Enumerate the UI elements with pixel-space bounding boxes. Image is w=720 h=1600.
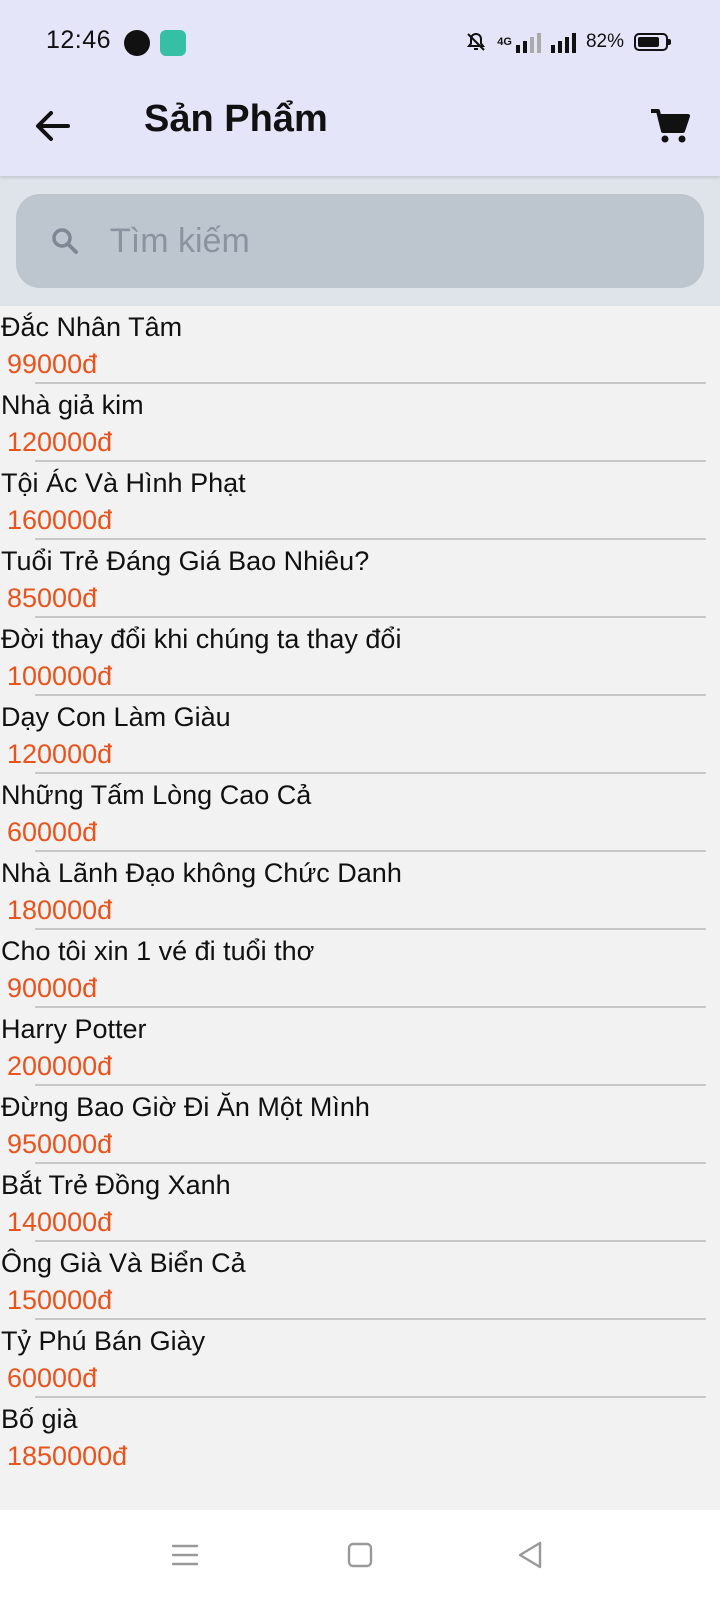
product-name: Bắt Trẻ Đồng Xanh (1, 1170, 231, 1200)
search-bar[interactable] (16, 194, 704, 288)
product-price: 60000đ (7, 1363, 98, 1393)
product-price: 160000đ (7, 505, 113, 535)
product-name: Harry Potter (1, 1014, 147, 1044)
product-row[interactable]: Những Tấm Lòng Cao Cả 60000đ (0, 774, 720, 852)
product-price: 85000đ (7, 583, 98, 613)
product-price: 950000đ (7, 1129, 113, 1159)
search-input[interactable] (110, 210, 670, 272)
product-row[interactable]: Tội Ác Và Hình Phạt 160000đ (0, 462, 720, 540)
app-notification-icon (124, 30, 150, 56)
top-bar: 12:46 4G 82% Sản Phẩm (0, 0, 720, 176)
cart-icon (651, 109, 690, 143)
nav-back-button[interactable] (505, 1532, 555, 1578)
search-icon (52, 228, 78, 254)
product-name: Ông Già Và Biển Cả (1, 1248, 246, 1278)
back-button[interactable] (22, 96, 82, 156)
product-price: 60000đ (7, 817, 98, 847)
back-triangle-icon (518, 1541, 542, 1569)
product-row[interactable]: Bắt Trẻ Đồng Xanh 140000đ (0, 1164, 720, 1242)
product-row[interactable]: Nhà giả kim 120000đ (0, 384, 720, 462)
product-row[interactable]: Đắc Nhân Tâm 99000đ (0, 306, 720, 384)
product-name: Nhà giả kim (1, 390, 144, 420)
product-name: Đừng Bao Giờ Đi Ăn Một Mình (1, 1092, 370, 1122)
product-list: Đắc Nhân Tâm 99000đ Nhà giả kim 120000đ Tội … (0, 306, 720, 1476)
product-price: 180000đ (7, 895, 113, 925)
product-price: 200000đ (7, 1051, 113, 1081)
product-row[interactable]: Cho tôi xin 1 vé đi tuổi thơ 90000đ (0, 930, 720, 1008)
battery-icon (634, 33, 671, 51)
signal-icon-sim1 (515, 31, 541, 53)
nav-home-button[interactable] (335, 1532, 385, 1578)
arrow-left-icon (36, 111, 70, 141)
app-bar: Sản Phẩm (0, 86, 720, 176)
product-price: 150000đ (7, 1285, 113, 1315)
product-name: Tội Ác Và Hình Phạt (1, 468, 246, 498)
bell-muted-icon (467, 32, 486, 51)
page-title: Sản Phẩm (144, 98, 328, 140)
product-row[interactable]: Tuổi Trẻ Đáng Giá Bao Nhiêu? 85000đ (0, 540, 720, 618)
product-price: 1850000đ (7, 1441, 128, 1471)
product-name: Nhà Lãnh Đạo không Chức Danh (1, 858, 402, 888)
product-name: Bố già (1, 1404, 78, 1434)
product-row[interactable]: Đừng Bao Giờ Đi Ăn Một Mình 950000đ (0, 1086, 720, 1164)
product-name: Đắc Nhân Tâm (1, 312, 183, 342)
nav-menu-button[interactable] (160, 1532, 210, 1578)
product-row[interactable]: Bố già 1850000đ (0, 1398, 720, 1476)
product-price: 120000đ (7, 739, 113, 769)
product-name: Tỷ Phú Bán Giày (1, 1326, 206, 1356)
product-price: 120000đ (7, 427, 113, 457)
cart-button[interactable] (638, 94, 702, 158)
menu-icon (171, 1544, 199, 1566)
product-row[interactable]: Nhà Lãnh Đạo không Chức Danh 180000đ (0, 852, 720, 930)
app-notification-icon-2 (160, 30, 186, 56)
product-row[interactable]: Ông Già Và Biển Cả 150000đ (0, 1242, 720, 1320)
product-name: Những Tấm Lòng Cao Cả (1, 780, 312, 810)
product-name: Cho tôi xin 1 vé đi tuổi thơ (1, 936, 315, 966)
signal-icon-sim2 (550, 31, 576, 53)
battery-percent: 82% (585, 31, 624, 52)
status-time: 12:46 (46, 26, 112, 54)
product-row[interactable]: Harry Potter 200000đ (0, 1008, 720, 1086)
product-name: Đời thay đổi khi chúng ta thay đổi (1, 624, 402, 654)
system-nav-bar (0, 1510, 720, 1600)
product-row[interactable]: Dạy Con Làm Giàu 120000đ (0, 696, 720, 774)
home-square-icon (347, 1542, 373, 1568)
product-name: Dạy Con Làm Giàu (1, 702, 231, 732)
product-price: 140000đ (7, 1207, 113, 1237)
product-price: 99000đ (7, 349, 98, 379)
product-price: 90000đ (7, 973, 98, 1003)
product-row[interactable]: Đời thay đổi khi chúng ta thay đổi 100000… (0, 618, 720, 696)
status-bar: 12:46 4G 82% (0, 0, 720, 86)
status-right: 4G 82% (465, 26, 671, 58)
network-type: 4G (497, 36, 512, 48)
product-row[interactable]: Tỷ Phú Bán Giày 60000đ (0, 1320, 720, 1398)
product-name: Tuổi Trẻ Đáng Giá Bao Nhiêu? (1, 546, 370, 576)
product-price: 100000đ (7, 661, 113, 691)
search-section (0, 176, 720, 306)
